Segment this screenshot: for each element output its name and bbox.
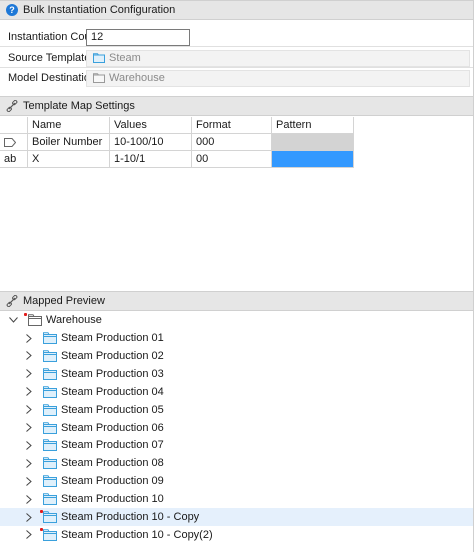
folder-icon [43,421,57,434]
tree-node-label: Warehouse [46,314,102,326]
grid-header-row: Name Values Format Pattern [0,117,354,134]
model-destination-value: Warehouse [109,72,165,84]
folder-icon [43,475,57,488]
folder-icon [43,332,57,344]
instantiation-count-label: Instantiation Count [8,31,100,43]
column-header-pattern[interactable]: Pattern [272,117,354,134]
config-section-header: ? Bulk Instantiation Configuration [0,0,474,20]
model-destination-field[interactable]: Warehouse [86,69,470,87]
config-section-title: Bulk Instantiation Configuration [23,4,176,16]
tree-root-node[interactable]: Warehouse [0,311,474,329]
table-row: ab X 1-10/1 00 [0,151,354,168]
tree-node[interactable]: Steam Production 02 [0,347,474,365]
folder-icon [43,529,57,541]
map-section-header: Template Map Settings [0,96,474,116]
tree-node-label: Steam Production 09 [61,475,164,488]
row-pattern-cell[interactable] [272,151,354,168]
tree-node[interactable]: Steam Production 10 - Copy [0,508,474,526]
tree-node-label: Steam Production 07 [61,439,164,452]
tree-node-label: Steam Production 08 [61,457,164,470]
tree-node[interactable]: Steam Production 01 [0,329,474,347]
instantiation-count-row: Instantiation Count 12 [0,27,474,47]
tree-node[interactable]: Steam Production 08 [0,454,474,472]
folder-icon [43,511,57,523]
chevron-right-icon[interactable] [24,387,34,397]
tree-node[interactable]: Steam Production 03 [0,365,474,383]
row-pattern-cell[interactable] [272,134,354,151]
tree-node[interactable]: Steam Production 10 [0,490,474,508]
tree-node[interactable]: Steam Production 07 [0,436,474,454]
row-format-cell[interactable]: 00 [192,151,272,168]
tree-node-label: Steam Production 01 [61,332,164,344]
chevron-right-icon[interactable] [24,512,34,522]
tree-node-label: Steam Production 10 - Copy(2) [61,528,213,541]
chevron-right-icon[interactable] [24,405,34,415]
tree-node[interactable]: Steam Production 05 [0,401,474,419]
chevron-right-icon[interactable] [24,351,34,361]
model-folder-icon [93,73,105,83]
model-destination-row: Model Destination Warehouse [0,68,474,88]
chevron-right-icon[interactable] [24,494,34,504]
template-map-grid: Name Values Format Pattern Boiler Number… [0,117,354,168]
column-header-values[interactable]: Values [110,117,192,134]
source-template-value: Steam [109,52,141,64]
chevron-right-icon[interactable] [24,530,34,540]
tree-node[interactable]: Steam Production 04 [0,383,474,401]
instantiation-count-value: 12 [91,31,104,43]
chevron-right-icon[interactable] [24,440,34,450]
source-template-label: Source Template [8,52,91,64]
folder-icon [43,439,57,452]
help-icon[interactable]: ? [6,4,18,16]
tree-node-label: Steam Production 10 [61,493,164,506]
divider [0,46,474,47]
column-header-name[interactable]: Name [28,117,110,134]
tree-node-label: Steam Production 04 [61,385,164,398]
tag-icon [0,134,28,151]
chevron-right-icon[interactable] [24,423,34,433]
row-name-cell[interactable]: X [28,151,110,168]
chevron-right-icon[interactable] [24,333,34,343]
tree-node-label: Steam Production 06 [61,421,164,434]
link-icon [6,100,18,112]
folder-icon [43,457,57,470]
warehouse-folder-icon [28,314,42,326]
grid-header-type [0,117,28,134]
new-marker-icon [24,313,27,316]
tree-node[interactable]: Steam Production 06 [0,419,474,437]
tree-node[interactable]: Steam Production 09 [0,472,474,490]
model-destination-label: Model Destination [8,72,97,84]
map-section-title: Template Map Settings [23,100,135,112]
link-icon [6,295,18,307]
chevron-right-icon[interactable] [24,476,34,486]
row-name-cell[interactable]: Boiler Number [28,134,110,151]
tree-node[interactable]: Steam Production 10 - Copy(2) [0,526,474,544]
tree-node-label: Steam Production 02 [61,349,164,362]
table-row: Boiler Number 10-100/10 000 [0,134,354,151]
instantiation-count-input[interactable]: 12 [86,28,190,46]
tree-node-label: Steam Production 10 - Copy [61,511,200,523]
folder-icon [43,403,57,416]
row-values-cell[interactable]: 1-10/1 [110,151,192,168]
folder-icon [43,368,57,380]
folder-icon [43,385,57,398]
folder-icon [43,350,57,362]
chevron-right-icon[interactable] [24,458,34,468]
tree-node-label: Steam Production 03 [61,367,164,380]
chevron-down-icon[interactable] [8,315,18,325]
folder-icon [43,493,57,506]
row-format-cell[interactable]: 000 [192,134,272,151]
chevron-right-icon[interactable] [24,369,34,379]
text-type-icon: ab [0,151,28,168]
preview-section-header: Mapped Preview [0,291,474,311]
column-header-format[interactable]: Format [192,117,272,134]
source-template-row: Source Template Steam [0,48,474,68]
source-template-field[interactable]: Steam [86,49,470,67]
tree-node-label: Steam Production 05 [61,403,164,416]
row-values-cell[interactable]: 10-100/10 [110,134,192,151]
preview-section-title: Mapped Preview [23,295,105,307]
folder-icon [93,53,105,63]
